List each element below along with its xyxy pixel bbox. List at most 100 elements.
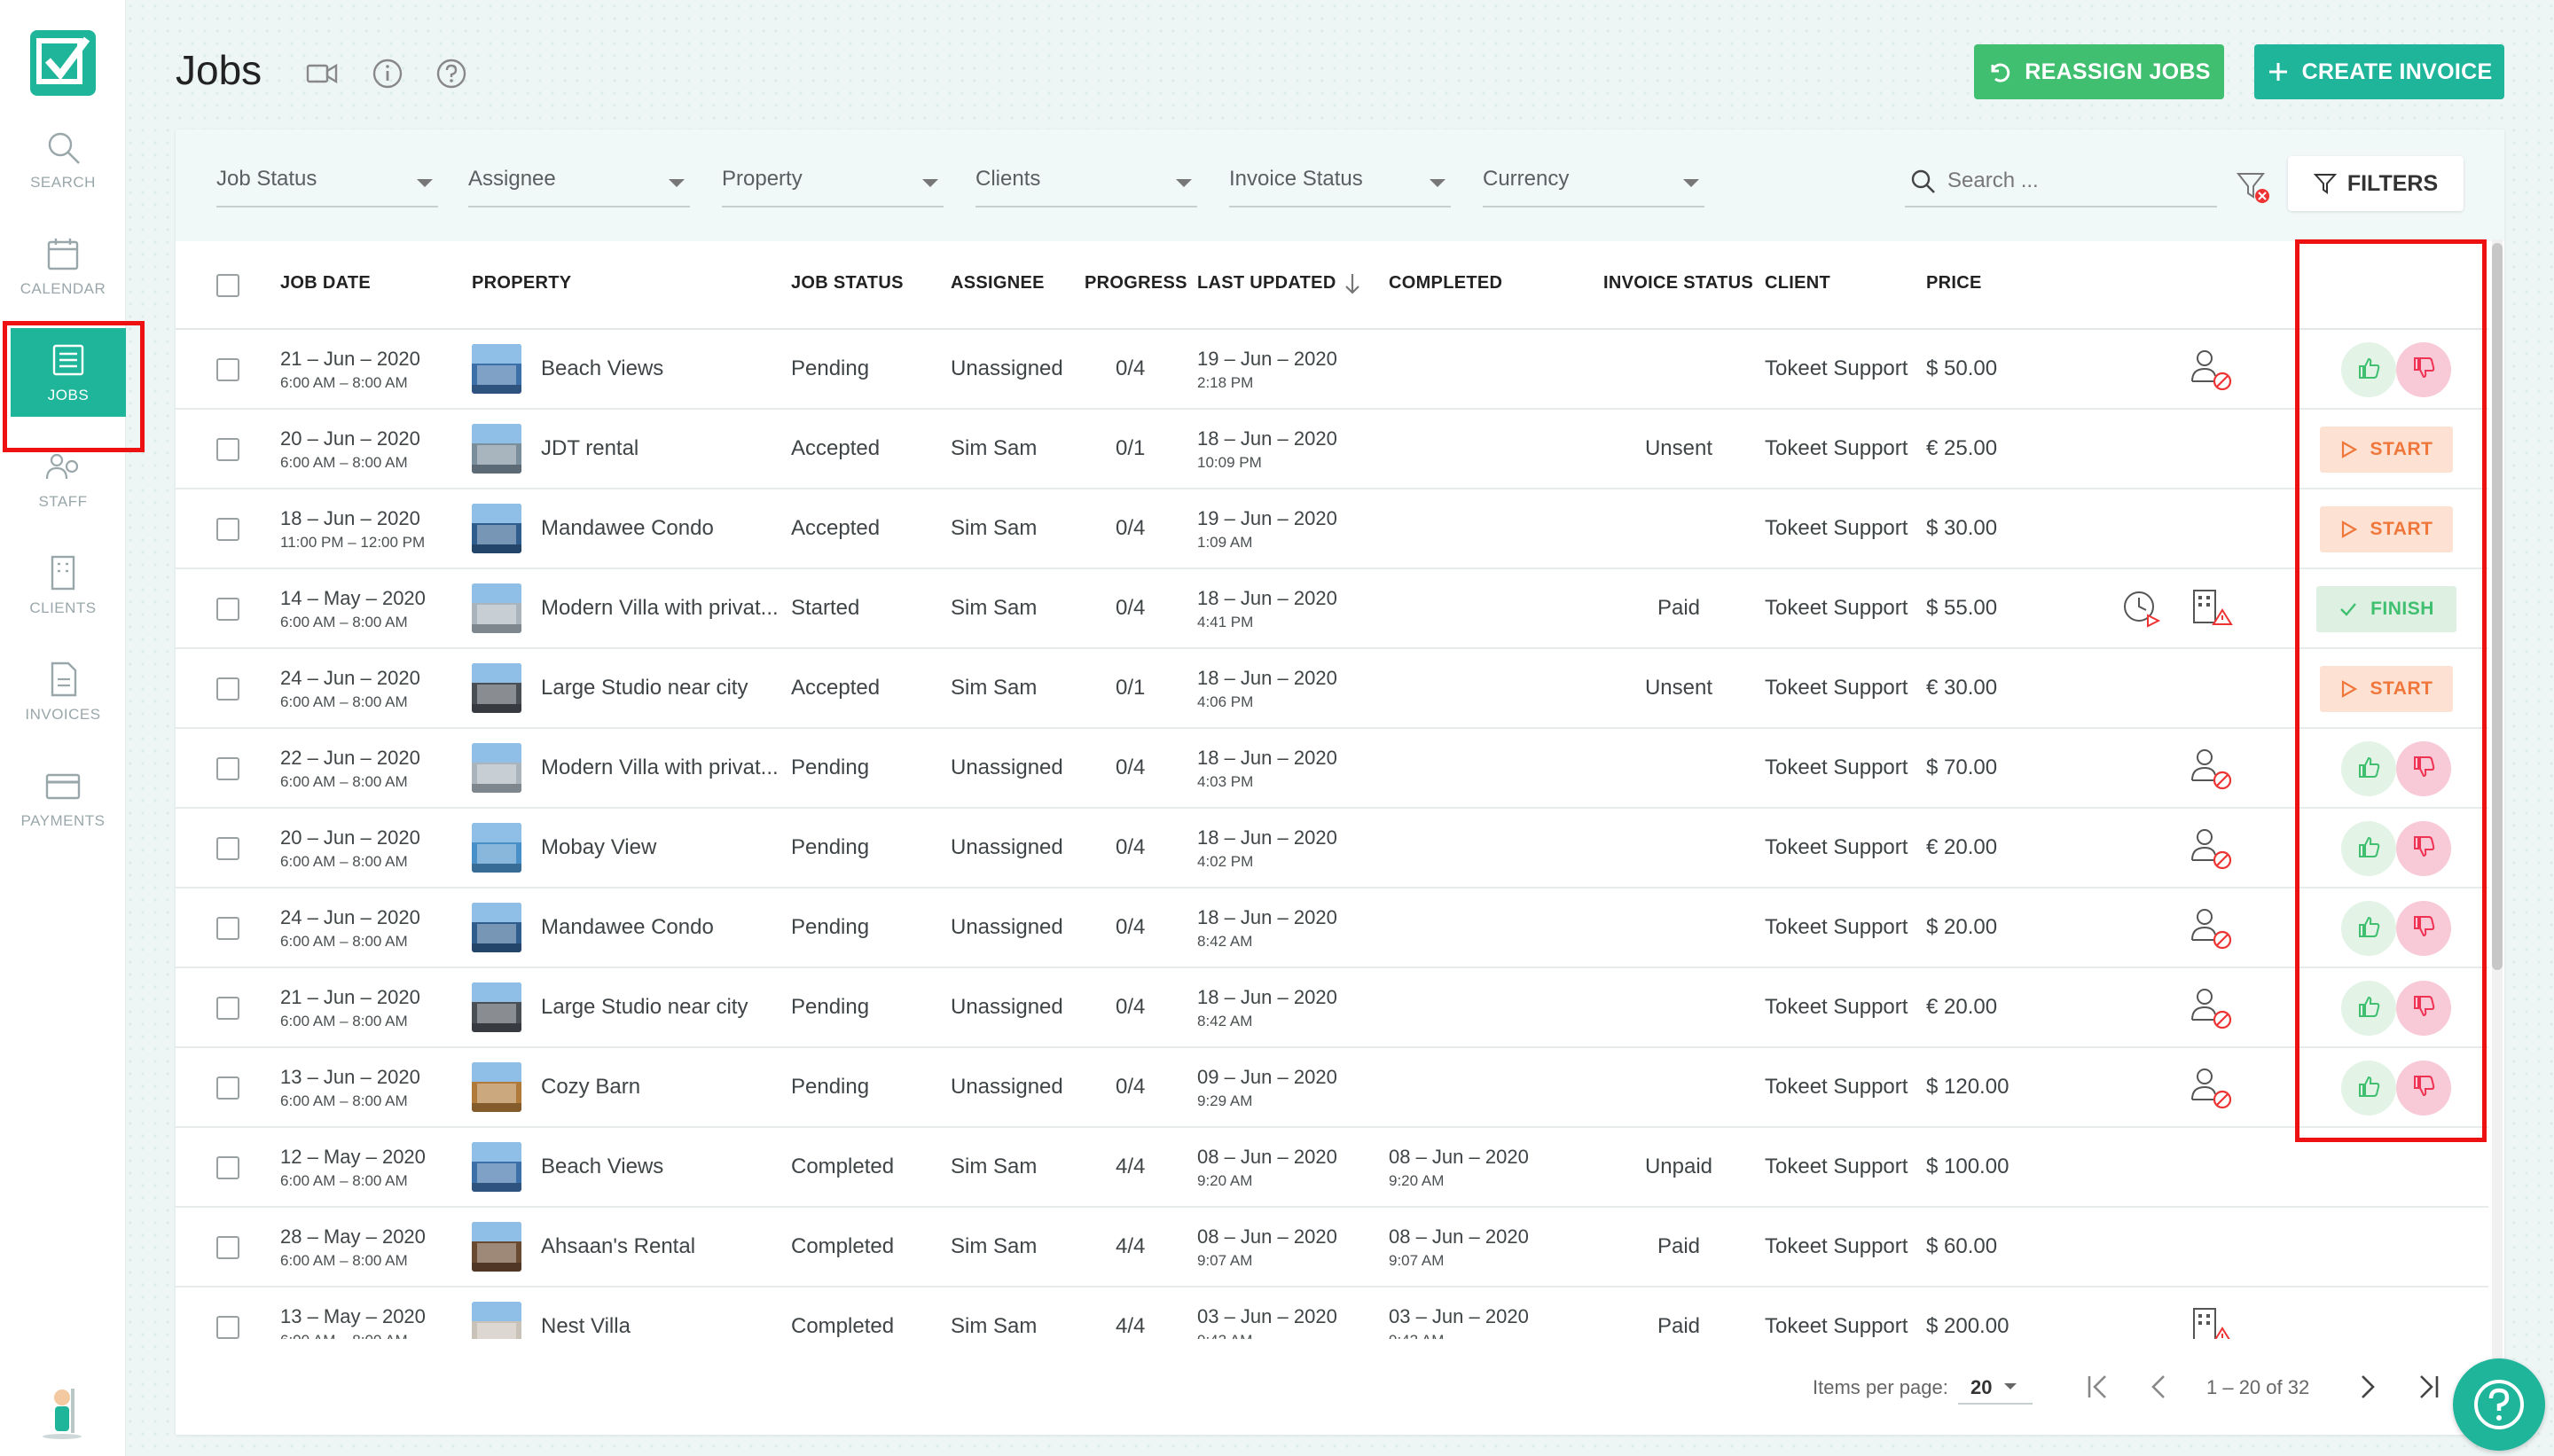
- property-name-link[interactable]: Beach Views: [541, 1155, 780, 1179]
- table-row[interactable]: 24 – Jun – 2020 6:00 AM – 8:00 AM Mandawee…: [176, 888, 2488, 968]
- first-page-icon[interactable]: [2082, 1371, 2114, 1403]
- table-row[interactable]: 18 – Jun – 2020 11:00 PM – 12:00 PM Mandaw…: [176, 489, 2488, 569]
- property-name-link[interactable]: Large Studio near city: [541, 995, 780, 1020]
- table-row[interactable]: 21 – Jun – 2020 6:00 AM – 8:00 AM Beach Vi…: [176, 330, 2488, 410]
- sort-arrow-down-icon[interactable]: [1343, 271, 1362, 301]
- accept-job-button[interactable]: [2341, 1061, 2396, 1115]
- row-checkbox[interactable]: [216, 677, 239, 701]
- job-status-dropdown[interactable]: Job Status: [216, 167, 438, 207]
- col-completed[interactable]: COMPLETED: [1389, 273, 1502, 294]
- col-job-date[interactable]: JOB DATE: [280, 273, 371, 294]
- property-name-link[interactable]: Modern Villa with privat...: [541, 596, 780, 621]
- row-checkbox[interactable]: [216, 518, 239, 541]
- row-checkbox[interactable]: [216, 438, 239, 461]
- row-checkbox[interactable]: [216, 358, 239, 381]
- table-row[interactable]: 28 – May – 2020 6:00 AM – 8:00 AM Ahsaan's…: [176, 1208, 2488, 1288]
- last-page-icon[interactable]: [2412, 1371, 2444, 1403]
- items-per-page-select[interactable]: 20: [1958, 1369, 2033, 1405]
- decline-job-button[interactable]: [2396, 741, 2451, 796]
- create-invoice-button[interactable]: CREATE INVOICE: [2254, 44, 2504, 99]
- currency-dropdown[interactable]: Currency: [1483, 167, 1704, 207]
- row-checkbox[interactable]: [216, 997, 239, 1020]
- accept-job-button[interactable]: [2341, 342, 2396, 397]
- sidebar-item-staff[interactable]: STAFF: [0, 434, 126, 523]
- col-client[interactable]: CLIENT: [1765, 273, 1830, 294]
- previous-page-icon[interactable]: [2143, 1371, 2174, 1403]
- property-name-link[interactable]: JDT rental: [541, 436, 780, 461]
- table-scrollbar[interactable]: [2492, 239, 2503, 1428]
- row-checkbox[interactable]: [216, 917, 239, 940]
- user-avatar-icon[interactable]: [35, 1383, 89, 1440]
- sidebar-item-clients[interactable]: CLIENTS: [0, 541, 126, 630]
- assignee-dropdown[interactable]: Assignee: [468, 167, 690, 207]
- table-row[interactable]: 21 – Jun – 2020 6:00 AM – 8:00 AM Large St…: [176, 968, 2488, 1048]
- sidebar-item-payments[interactable]: PAYMENTS: [0, 754, 126, 842]
- building-warning-icon[interactable]: [2187, 1302, 2237, 1339]
- property-name-link[interactable]: Large Studio near city: [541, 676, 780, 701]
- start-job-button[interactable]: START: [2320, 666, 2453, 712]
- table-row[interactable]: 20 – Jun – 2020 6:00 AM – 8:00 AM JDT rent…: [176, 410, 2488, 489]
- table-row[interactable]: 24 – Jun – 2020 6:00 AM – 8:00 AM Large St…: [176, 649, 2488, 729]
- row-checkbox[interactable]: [216, 1236, 239, 1259]
- clock-play-icon[interactable]: [2118, 583, 2167, 633]
- start-job-button[interactable]: START: [2320, 427, 2453, 473]
- row-checkbox[interactable]: [216, 1316, 239, 1339]
- video-icon[interactable]: [305, 57, 339, 90]
- app-logo[interactable]: [30, 30, 96, 96]
- sidebar-item-invoices[interactable]: INVOICES: [0, 647, 126, 736]
- table-row[interactable]: 14 – May – 2020 6:00 AM – 8:00 AM Modern V…: [176, 569, 2488, 649]
- row-checkbox[interactable]: [216, 1156, 239, 1179]
- decline-job-button[interactable]: [2396, 981, 2451, 1036]
- col-property[interactable]: PROPERTY: [472, 273, 571, 294]
- property-name-link[interactable]: Mandawee Condo: [541, 915, 780, 940]
- building-warning-icon[interactable]: [2187, 583, 2237, 633]
- next-page-icon[interactable]: [2352, 1371, 2384, 1403]
- clear-filters-icon[interactable]: [2235, 168, 2272, 206]
- row-checkbox[interactable]: [216, 837, 239, 860]
- col-invoice-status[interactable]: INVOICE STATUS: [1603, 273, 1753, 294]
- scrollbar-thumb[interactable]: [2492, 243, 2503, 970]
- table-row[interactable]: 20 – Jun – 2020 6:00 AM – 8:00 AM Mobay Vi…: [176, 809, 2488, 888]
- sidebar-item-jobs[interactable]: JOBS: [11, 328, 126, 417]
- property-name-link[interactable]: Cozy Barn: [541, 1075, 780, 1100]
- decline-job-button[interactable]: [2396, 342, 2451, 397]
- decline-job-button[interactable]: [2396, 901, 2451, 956]
- filters-button[interactable]: FILTERS: [2288, 156, 2464, 211]
- info-icon[interactable]: [371, 57, 404, 90]
- row-checkbox[interactable]: [216, 757, 239, 780]
- col-job-status[interactable]: JOB STATUS: [791, 273, 904, 294]
- select-all-checkbox[interactable]: [216, 274, 239, 297]
- table-row[interactable]: 13 – Jun – 2020 6:00 AM – 8:00 AM Cozy Bar…: [176, 1048, 2488, 1128]
- unassigned-user-icon[interactable]: [2187, 823, 2237, 873]
- decline-job-button[interactable]: [2396, 821, 2451, 876]
- accept-job-button[interactable]: [2341, 741, 2396, 796]
- col-price[interactable]: PRICE: [1926, 273, 1982, 294]
- start-job-button[interactable]: START: [2320, 506, 2453, 552]
- row-checkbox[interactable]: [216, 598, 239, 621]
- table-row[interactable]: 13 – May – 2020 6:00 AM – 8:00 AM Nest Vil…: [176, 1288, 2488, 1339]
- sidebar-item-search[interactable]: SEARCH: [0, 115, 126, 204]
- accept-job-button[interactable]: [2341, 901, 2396, 956]
- search-input[interactable]: [1947, 168, 2205, 193]
- unassigned-user-icon[interactable]: [2187, 982, 2237, 1032]
- sidebar-item-calendar[interactable]: CALENDAR: [0, 222, 126, 310]
- col-progress[interactable]: PROGRESS: [1085, 273, 1187, 294]
- table-row[interactable]: 12 – May – 2020 6:00 AM – 8:00 AM Beach Vi…: [176, 1128, 2488, 1208]
- property-name-link[interactable]: Mandawee Condo: [541, 516, 780, 541]
- row-checkbox[interactable]: [216, 1076, 239, 1100]
- property-name-link[interactable]: Ahsaan's Rental: [541, 1234, 780, 1259]
- reassign-jobs-button[interactable]: REASSIGN JOBS: [1974, 44, 2224, 99]
- accept-job-button[interactable]: [2341, 981, 2396, 1036]
- property-dropdown[interactable]: Property: [722, 167, 944, 207]
- decline-job-button[interactable]: [2396, 1061, 2451, 1115]
- accept-job-button[interactable]: [2341, 821, 2396, 876]
- unassigned-user-icon[interactable]: [2187, 344, 2237, 394]
- help-circle-icon[interactable]: [435, 57, 468, 90]
- property-name-link[interactable]: Modern Villa with privat...: [541, 755, 780, 780]
- property-name-link[interactable]: Beach Views: [541, 356, 780, 381]
- finish-job-button[interactable]: FINISH: [2316, 586, 2456, 632]
- table-row[interactable]: 22 – Jun – 2020 6:00 AM – 8:00 AM Modern V…: [176, 729, 2488, 809]
- col-assignee[interactable]: ASSIGNEE: [951, 273, 1045, 294]
- invoice-status-dropdown[interactable]: Invoice Status: [1229, 167, 1451, 207]
- property-name-link[interactable]: Nest Villa: [541, 1314, 780, 1339]
